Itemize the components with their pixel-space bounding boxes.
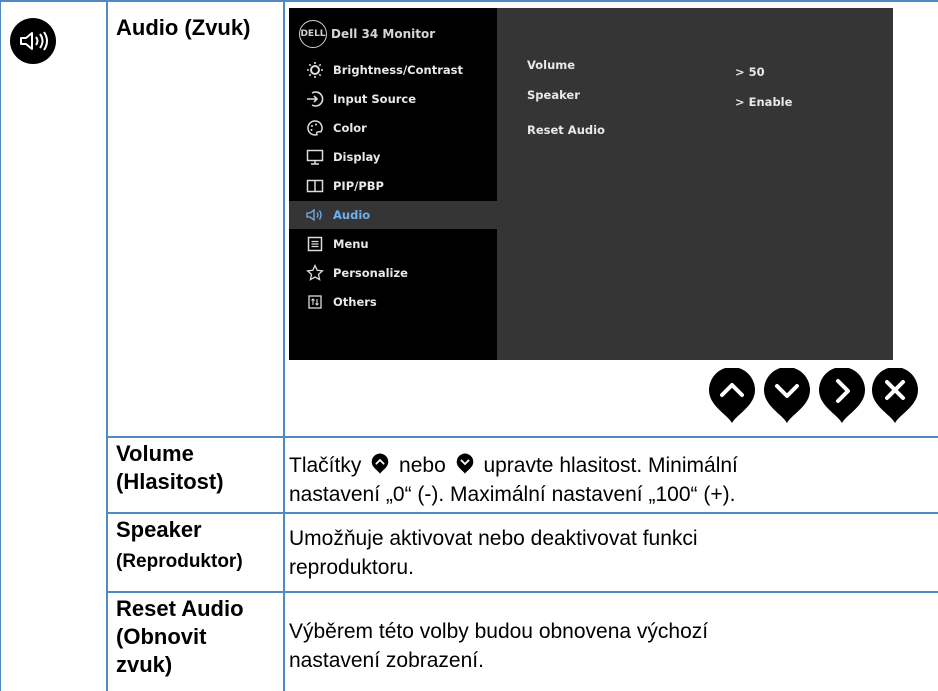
reset-audio-description: Výběrem této volby budou obnovena výchoz…	[289, 617, 708, 675]
osd-menu-label: Input Source	[333, 92, 417, 106]
osd-menu-item-color: Color	[289, 114, 497, 142]
display-icon	[305, 148, 325, 166]
volume-description: Tlačítky nebo upravte hlasitost. Minimál…	[289, 451, 738, 509]
osd-option-speaker-value: > Enable	[735, 95, 793, 109]
down-arrow-icon	[456, 453, 473, 474]
brightness-icon	[305, 61, 325, 79]
osd-menu-label: Audio	[333, 208, 371, 222]
osd-menu-item-display: Display	[289, 143, 497, 171]
volume-desc-mid: nebo	[399, 454, 446, 477]
osd-option-speaker: Speaker	[527, 88, 580, 102]
menu-icon	[305, 235, 325, 253]
volume-desc-line1: Tlačítky nebo upravte hlasitost. Minimál…	[289, 451, 738, 480]
osd-menu-item-pip-pbp: PIP/PBP	[289, 172, 497, 200]
row-divider-2	[106, 512, 938, 514]
osd-menu-label: Color	[333, 121, 367, 135]
volume-label-line2: (Hlasitost)	[116, 469, 224, 494]
osd-menu-item-personalize: Personalize	[289, 259, 497, 287]
speaker-icon	[305, 208, 325, 222]
speaker-icon	[10, 18, 56, 64]
osd-menu-item-menu: Menu	[289, 230, 497, 258]
reset-audio-label-line3: zvuk)	[116, 652, 173, 677]
star-icon	[305, 264, 325, 282]
osd-menu-label: Others	[333, 295, 377, 309]
table-col-divider-2	[283, 0, 285, 691]
reset-audio-desc-line2: nastavení zobrazení.	[289, 649, 484, 672]
volume-label-line1: Volume	[116, 441, 194, 466]
speaker-desc-line2: reproduktoru.	[289, 556, 414, 579]
speaker-description: Umožňuje aktivovat nebo deaktivovat funk…	[289, 524, 698, 582]
pip-pbp-icon	[305, 177, 325, 195]
osd-menu-screenshot: DELL Dell 34 Monitor Brightness/Contrast…	[289, 8, 893, 360]
osd-menu-label: PIP/PBP	[333, 179, 384, 193]
volume-desc-line2: nastavení „0“ (-). Maximální nastavení „…	[289, 483, 736, 506]
osd-menu-label: Menu	[333, 237, 369, 251]
osd-title: Dell 34 Monitor	[331, 27, 436, 41]
close-icon	[872, 368, 918, 423]
speaker-desc-line1: Umožňuje aktivovat nebo deaktivovat funk…	[289, 527, 698, 550]
speaker-label-line2: (Reproduktor)	[116, 551, 243, 572]
reset-audio-label-line2: (Obnovit	[116, 624, 207, 649]
row-divider-1	[106, 436, 938, 438]
dell-logo-mark: DELL	[299, 20, 327, 48]
osd-menu-item-others: Others	[289, 288, 497, 316]
volume-desc-suffix: upravte hlasitost. Minimální	[483, 454, 738, 477]
volume-label: Volume (Hlasitost)	[116, 440, 224, 496]
table-col-divider-1	[106, 0, 108, 691]
dell-logo: DELL Dell 34 Monitor	[299, 20, 435, 48]
table-top-border	[0, 0, 938, 2]
right-arrow-icon	[819, 368, 865, 423]
up-arrow-icon	[371, 453, 389, 474]
reset-audio-label: Reset Audio (Obnovit zvuk)	[116, 595, 244, 679]
osd-option-reset-audio: Reset Audio	[527, 123, 605, 137]
osd-menu-item-input-source: Input Source	[289, 85, 497, 113]
down-arrow-icon	[764, 368, 810, 423]
speaker-label: Speaker (Reproduktor)	[116, 516, 243, 576]
reset-audio-label-line1: Reset Audio	[116, 596, 244, 621]
osd-menu-item-brightness: Brightness/Contrast	[289, 56, 497, 84]
reset-audio-desc-line1: Výběrem této volby budou obnovena výchoz…	[289, 620, 709, 643]
speaker-label-line1: Speaker	[116, 517, 202, 542]
up-arrow-icon	[709, 368, 755, 423]
input-source-icon	[305, 90, 325, 108]
others-icon	[305, 293, 325, 311]
osd-option-volume: Volume	[527, 58, 576, 72]
row-divider-3	[106, 591, 938, 593]
osd-menu-item-audio: Audio	[289, 201, 497, 229]
osd-menu-label: Display	[333, 150, 381, 164]
section-title: Audio (Zvuk)	[116, 15, 251, 40]
osd-option-volume-value: > 50	[735, 65, 765, 79]
color-palette-icon	[305, 119, 325, 137]
table-left-border	[0, 0, 1, 691]
volume-desc-prefix: Tlačítky	[289, 454, 362, 477]
osd-menu-label: Brightness/Contrast	[333, 63, 463, 77]
osd-options-panel: Volume > 50 Speaker > Enable Reset Audio	[497, 8, 893, 360]
osd-menu-label: Personalize	[333, 266, 408, 280]
